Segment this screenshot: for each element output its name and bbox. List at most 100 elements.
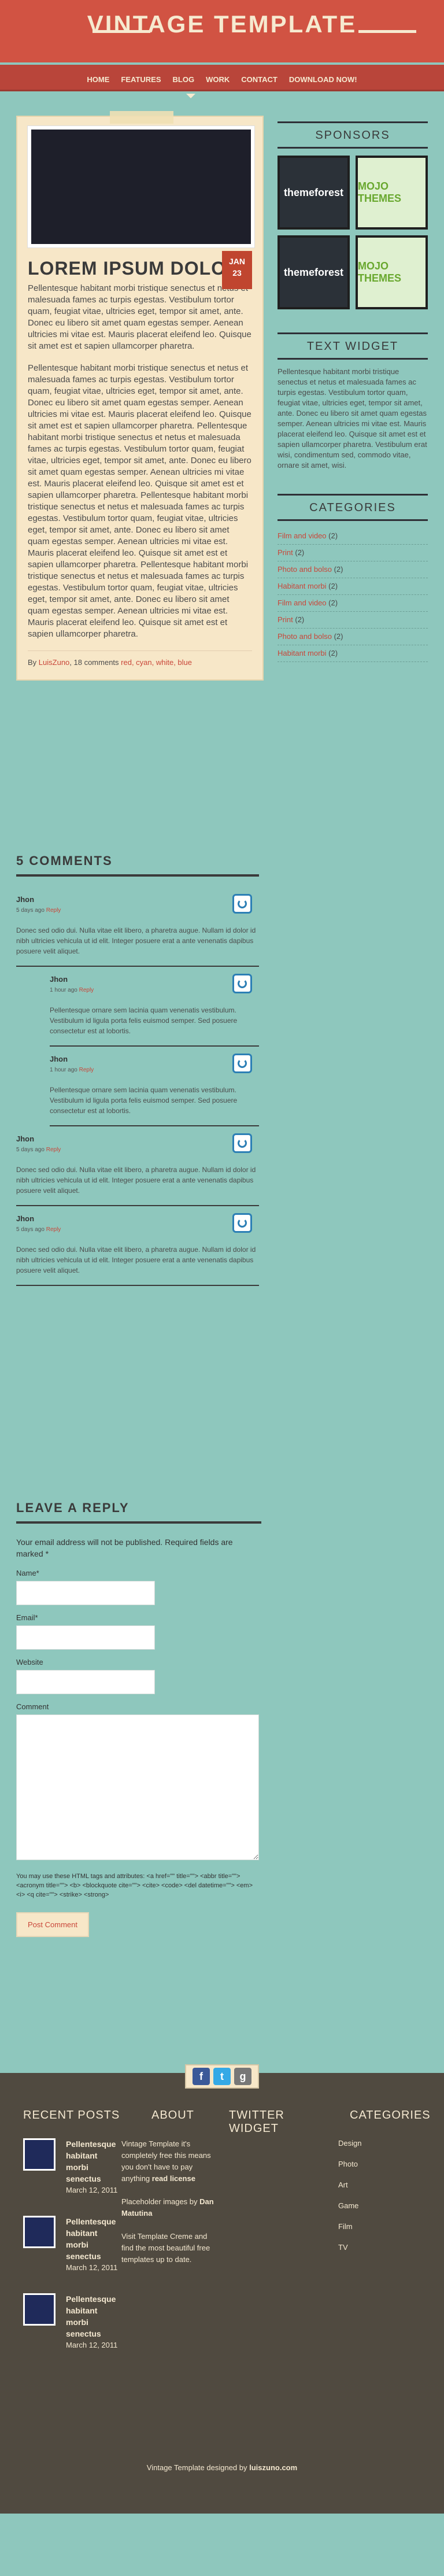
about-p3: Visit Template Creme and find the most b… <box>121 2232 210 2264</box>
comment-time: 5 days ago <box>16 907 45 914</box>
facebook-icon[interactable]: f <box>193 2068 210 2085</box>
comment: Jhon 5 days ago Reply Donec sed odio dui… <box>16 1126 259 1206</box>
footer-category-link[interactable]: TV <box>338 2242 425 2253</box>
credit-text: Vintage Template designed by <box>146 2463 250 2472</box>
post-title[interactable]: LOREM IPSUM DOLOR <box>28 258 252 279</box>
reply-form: LEAVE A REPLY Your email address will no… <box>16 1500 261 1937</box>
comment-body: Donec sed odio dui. Nulla vitae elit lib… <box>16 1166 256 1195</box>
date-month: JAN <box>228 257 245 266</box>
active-nav-indicator-icon <box>186 94 195 98</box>
post-paragraph: Pellentesque habitant morbi tristique se… <box>28 283 251 351</box>
category-link[interactable]: Film and video <box>278 531 327 540</box>
footer-category-link[interactable]: Film <box>338 2222 425 2232</box>
power-icon <box>238 1059 247 1068</box>
twitter-icon[interactable]: t <box>213 2068 231 2085</box>
avatar <box>232 894 252 914</box>
nav-blog[interactable]: BLOG <box>173 75 195 84</box>
email-field[interactable] <box>16 1625 155 1650</box>
recent-post[interactable]: Pellentesque habitant morbi senectus Mar… <box>23 2293 121 2351</box>
footer-category-link[interactable]: Photo <box>338 2159 425 2170</box>
reply-link[interactable]: Reply <box>46 907 61 914</box>
nav-features[interactable]: FEATURES <box>121 75 161 84</box>
about-p2: Placeholder images by <box>121 2197 200 2206</box>
footer-category-link[interactable]: Game <box>338 2201 425 2211</box>
comment: Jhon 5 days ago Reply Donec sed odio dui… <box>16 887 259 967</box>
comment-author: Jhon <box>16 1134 35 1143</box>
category-count: (2) <box>328 598 338 607</box>
category-count: (2) <box>328 531 338 540</box>
category-item: Film and video (2) <box>278 528 428 545</box>
website-label: Website <box>16 1658 43 1666</box>
category-link[interactable]: Habitant morbi <box>278 649 327 657</box>
category-link[interactable]: Habitant morbi <box>278 582 327 590</box>
date-day: 23 <box>232 268 242 278</box>
category-item: Print (2) <box>278 545 428 561</box>
comments-title: 5 COMMENTS <box>16 853 259 877</box>
footer-credit: Vintage Template designed by luiszuno.co… <box>0 2463 444 2472</box>
nav-home[interactable]: HOME <box>87 75 109 84</box>
footer-recent-posts: RECENT POSTS Pellentesque habitant morbi… <box>23 2109 121 2371</box>
reply-link[interactable]: Reply <box>79 987 94 993</box>
license-link[interactable]: read license <box>152 2174 195 2183</box>
meta-by: By <box>28 658 39 667</box>
footer-twitter: TWITTER WIDGET <box>229 2109 333 2152</box>
category-link[interactable]: Photo and bolso <box>278 632 332 641</box>
nav-download[interactable]: DOWNLOAD NOW! <box>289 75 357 84</box>
recent-post-thumbnail[interactable] <box>23 2216 56 2248</box>
recent-post-title[interactable]: Pellentesque habitant morbi senectus <box>66 2216 121 2262</box>
recent-posts-title: RECENT POSTS <box>23 2109 120 2122</box>
recent-post-title[interactable]: Pellentesque habitant morbi senectus <box>66 2138 121 2185</box>
category-count: (2) <box>295 615 305 624</box>
meta-author-link[interactable]: LuisZuno <box>39 658 69 667</box>
reply-link[interactable]: Reply <box>46 1147 61 1153</box>
footer-category-link[interactable]: Art <box>338 2180 425 2190</box>
category-item: Habitant morbi (2) <box>278 578 428 595</box>
nav-contact[interactable]: CONTACT <box>241 75 278 84</box>
sponsor-grid: themeforest MOJO THEMES themeforest MOJO… <box>278 156 428 309</box>
meta-tags-links[interactable]: red, cyan, white, blue <box>121 658 192 667</box>
comment: Jhon 5 days ago Reply Donec sed odio dui… <box>16 1206 259 1286</box>
reply-title: LEAVE A REPLY <box>16 1500 261 1524</box>
category-item: Photo and bolso (2) <box>278 561 428 578</box>
credit-site-link[interactable]: luiszuno.com <box>249 2463 297 2472</box>
comment-body: Donec sed odio dui. Nulla vitae elit lib… <box>16 926 256 955</box>
recent-post-thumbnail[interactable] <box>23 2138 56 2171</box>
title-decoration-right <box>358 30 416 33</box>
recent-post-title[interactable]: Pellentesque habitant morbi senectus <box>66 2293 121 2340</box>
comment-textarea[interactable] <box>16 1714 259 1860</box>
recent-post-thumbnail[interactable] <box>23 2293 56 2326</box>
name-field[interactable] <box>16 1581 155 1605</box>
nav-work[interactable]: WORK <box>206 75 230 84</box>
sponsor-banner[interactable]: themeforest <box>278 156 350 230</box>
sponsor-banner[interactable]: MOJO THEMES <box>356 235 428 309</box>
reply-link[interactable]: Reply <box>46 1226 61 1233</box>
category-link[interactable]: Print <box>278 615 293 624</box>
twitter-title: TWITTER WIDGET <box>229 2109 284 2135</box>
category-count: (2) <box>334 632 343 641</box>
category-link[interactable]: Film and video <box>278 598 327 607</box>
footer-category-link[interactable]: Design <box>338 2138 425 2149</box>
recent-post[interactable]: Pellentesque habitant morbi senectus Mar… <box>23 2138 121 2196</box>
power-icon <box>238 1139 247 1148</box>
category-item: Photo and bolso (2) <box>278 629 428 645</box>
category-count: (2) <box>334 565 343 574</box>
sponsor-banner[interactable]: themeforest <box>278 235 350 309</box>
site-footer: RECENT POSTS Pellentesque habitant morbi… <box>0 2073 444 2514</box>
website-field[interactable] <box>16 1670 155 1694</box>
text-widget-body: Pellentesque habitant morbi tristique se… <box>278 367 427 470</box>
post-meta: By LuisZuno, 18 comments red, cyan, whit… <box>28 651 252 667</box>
reply-link[interactable]: Reply <box>79 1067 94 1073</box>
blog-post: JAN 23 LOREM IPSUM DOLOR Pellentesque ha… <box>16 111 264 681</box>
category-link[interactable]: Photo and bolso <box>278 565 332 574</box>
category-link[interactable]: Print <box>278 548 293 557</box>
categories-title: CATEGORIES <box>278 494 428 521</box>
sponsors-title: SPONSORS <box>278 121 428 149</box>
category-item: Film and video (2) <box>278 595 428 612</box>
post-comment-button[interactable]: Post Comment <box>16 1912 89 1937</box>
recent-post[interactable]: Pellentesque habitant morbi senectus Mar… <box>23 2216 121 2274</box>
site-title[interactable]: VINTAGE TEMPLATE <box>0 10 444 38</box>
sponsor-banner[interactable]: MOJO THEMES <box>356 156 428 230</box>
google-plus-icon[interactable]: g <box>234 2068 251 2085</box>
category-count: (2) <box>328 649 338 657</box>
avatar <box>232 1133 252 1153</box>
